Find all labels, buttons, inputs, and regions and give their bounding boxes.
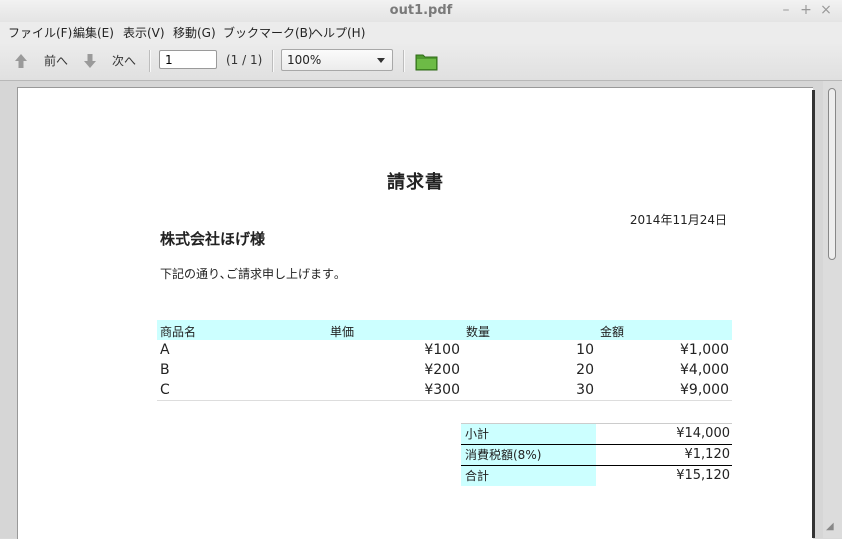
header-quantity: 数量 [466, 325, 491, 339]
menu-bookmarks[interactable]: ブックマーク(B) [223, 24, 313, 41]
folder-icon[interactable] [415, 52, 438, 71]
chevron-down-icon [377, 58, 385, 63]
arrow-down-icon[interactable] [83, 53, 97, 73]
menu-help[interactable]: ヘルプ(H) [311, 24, 365, 41]
cell-unit-price: ¥200 [424, 362, 460, 378]
items-table: 商品名 単価 数量 金額 A ¥100 10 ¥1,000 B ¥200 20 … [157, 320, 732, 401]
minimize-icon[interactable]: – [779, 2, 793, 18]
zoom-value: 100% [287, 53, 322, 67]
page-shadow [812, 90, 815, 538]
cell-quantity: 10 [576, 342, 594, 358]
total-label: 合計 [461, 466, 596, 486]
page-count: (1 / 1) [226, 53, 263, 67]
menu-bar: ファイル(F) 編集(E) 表示(V) 移動(G) ブックマーク(B) ヘルプ(… [0, 22, 842, 42]
header-unit-price: 単価 [330, 325, 355, 339]
cell-amount: ¥1,000 [680, 342, 729, 358]
tax-label: 消費税額(8%) [461, 445, 596, 465]
cell-product: B [160, 362, 170, 378]
scrollbar-thumb[interactable] [828, 88, 836, 260]
menu-go[interactable]: 移動(G) [173, 24, 216, 41]
arrow-up-icon[interactable] [14, 53, 28, 73]
table-header: 商品名 単価 数量 金額 [157, 320, 732, 340]
toolbar-separator [403, 50, 405, 72]
resize-grip-icon[interactable]: ◢ [826, 521, 834, 532]
cell-unit-price: ¥100 [424, 342, 460, 358]
table-row: A ¥100 10 ¥1,000 [157, 340, 732, 360]
cell-amount: ¥9,000 [680, 382, 729, 398]
title-bar: out1.pdf – + × [0, 0, 842, 23]
header-amount: 金額 [600, 325, 625, 339]
page-number-input[interactable] [159, 50, 217, 69]
intro-text: 下記の通り､ご請求申し上げます｡ [160, 267, 341, 281]
totals-row: 消費税額(8%) ¥1,120 [461, 445, 732, 466]
total-value: ¥15,120 [676, 468, 730, 483]
menu-view[interactable]: 表示(V) [123, 24, 165, 41]
document-viewer[interactable]: 請求書 2014年11月24日 株式会社ほげ様 下記の通り､ご請求申し上げます｡… [0, 81, 842, 539]
totals-row: 小計 ¥14,000 [461, 424, 732, 445]
toolbar-separator [272, 50, 274, 72]
cell-product: A [160, 342, 170, 358]
subtotal-label: 小計 [461, 424, 596, 444]
table-row: B ¥200 20 ¥4,000 [157, 360, 732, 380]
next-button[interactable]: 次へ [112, 51, 136, 71]
cell-product: C [160, 382, 170, 398]
header-product: 商品名 [160, 325, 197, 339]
cell-unit-price: ¥300 [424, 382, 460, 398]
menu-edit[interactable]: 編集(E) [73, 24, 114, 41]
close-icon[interactable]: × [819, 2, 833, 18]
maximize-icon[interactable]: + [799, 2, 813, 18]
document-date: 2014年11月24日 [629, 213, 727, 227]
totals-row: 合計 ¥15,120 [461, 466, 732, 486]
cell-quantity: 30 [576, 382, 594, 398]
prev-button[interactable]: 前へ [44, 51, 68, 71]
cell-quantity: 20 [576, 362, 594, 378]
client-name: 株式会社ほげ様 [160, 230, 266, 248]
menu-file[interactable]: ファイル(F) [8, 24, 72, 41]
pdf-page: 請求書 2014年11月24日 株式会社ほげ様 下記の通り､ご請求申し上げます｡… [17, 87, 813, 539]
table-row: C ¥300 30 ¥9,000 [157, 380, 732, 400]
document-title: 請求書 [387, 172, 444, 193]
table-divider [157, 400, 732, 401]
zoom-select[interactable]: 100% [281, 49, 393, 71]
window-title: out1.pdf [389, 3, 453, 18]
totals-table: 小計 ¥14,000 消費税額(8%) ¥1,120 合計 ¥15,120 [461, 423, 732, 486]
toolbar-separator [149, 50, 151, 72]
cell-amount: ¥4,000 [680, 362, 729, 378]
subtotal-value: ¥14,000 [676, 426, 730, 441]
tax-value: ¥1,120 [684, 447, 731, 462]
